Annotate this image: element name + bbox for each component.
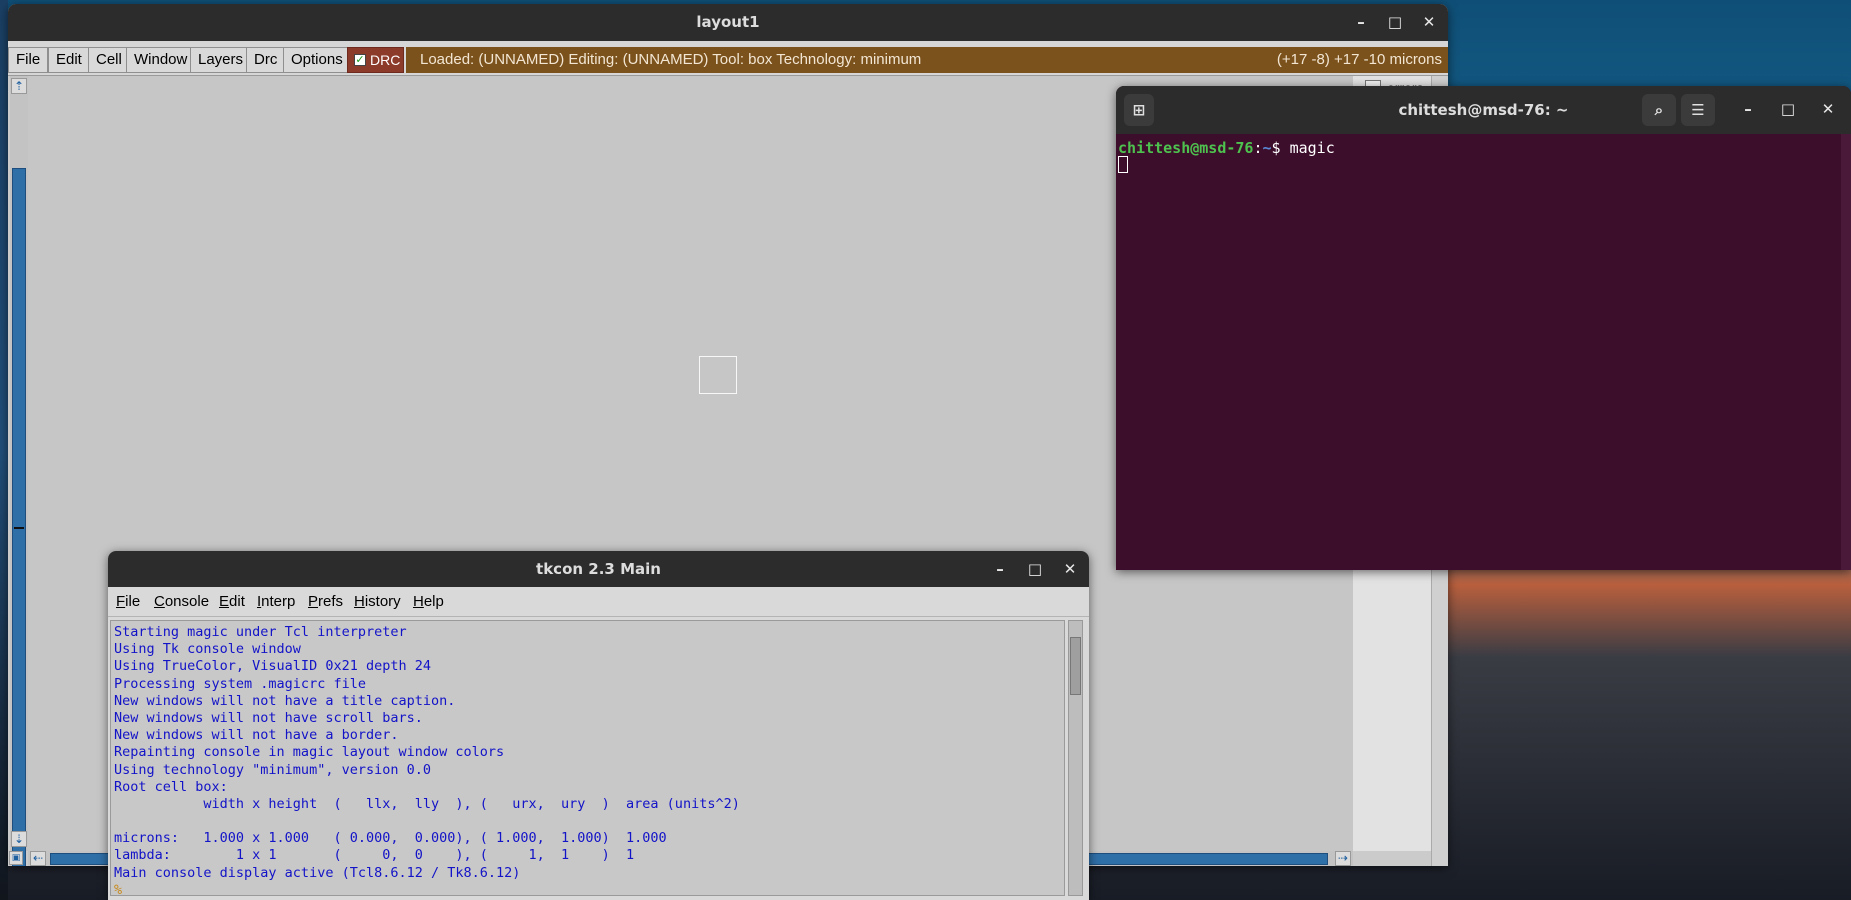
close-icon[interactable]: ✕ <box>1417 13 1441 31</box>
console-line: Repainting console in magic layout windo… <box>114 744 505 761</box>
console-line: Main console display active (Tcl8.6.12 /… <box>114 864 521 881</box>
minimize-icon[interactable]: – <box>1349 13 1373 31</box>
maximize-icon[interactable]: □ <box>1023 560 1047 578</box>
console-line: New windows will not have a border. <box>114 727 399 744</box>
close-icon[interactable]: ✕ <box>1058 560 1082 578</box>
prompt-user-host: chittesh@msd-76 <box>1118 139 1254 157</box>
vertical-scrollbar[interactable]: ⇡ ⇣ <box>10 76 28 866</box>
tkcon-menu-edit[interactable]: Edit <box>219 593 245 610</box>
maximize-icon[interactable]: □ <box>1383 13 1407 31</box>
box-tool-cursor[interactable] <box>699 356 737 394</box>
tkcon-menu-prefs[interactable]: Prefs <box>308 593 343 610</box>
console-line: microns: 1.000 x 1.000 ( 0.000, 0.000), … <box>114 830 667 847</box>
magic-menubar: File Edit Cell Window Layers Drc Options… <box>8 41 1448 76</box>
status-message: Loaded: (UNNAMED) Editing: (UNNAMED) Too… <box>420 51 922 68</box>
tkcon-menu-console[interactable]: Console <box>154 593 209 610</box>
tkcon-menubar: File Console Edit Interp Prefs History H… <box>108 587 1089 617</box>
tkcon-menu-history[interactable]: History <box>354 593 401 610</box>
terminal-scrollbar[interactable] <box>1841 134 1851 570</box>
status-bar: Loaded: (UNNAMED) Editing: (UNNAMED) Too… <box>406 47 1448 73</box>
console-line: width x height ( llx, lly ), ( urx, ury … <box>114 795 740 812</box>
terminal-cursor <box>1118 156 1128 173</box>
tkcon-scrollbar[interactable] <box>1068 620 1083 896</box>
vertical-scroll-thumb[interactable] <box>12 168 26 866</box>
scroll-down-arrow-icon[interactable]: ⇣ <box>11 831 27 847</box>
scroll-up-arrow-icon[interactable]: ⇡ <box>11 78 27 94</box>
tkcon-window: tkcon 2.3 Main – □ ✕ File Console Edit I… <box>108 551 1089 900</box>
console-line: Using Tk console window <box>114 641 301 658</box>
console-line: New windows will not have scroll bars. <box>114 709 423 726</box>
magic-titlebar[interactable]: layout1 – □ ✕ <box>8 4 1448 41</box>
minimize-icon[interactable]: – <box>988 560 1012 578</box>
console-line: Root cell box: <box>114 778 228 795</box>
tkcon-menu-help[interactable]: Help <box>413 593 444 610</box>
cursor-coordinates: (+17 -8) +17 -10 microns <box>1276 51 1442 68</box>
console-line: Processing system .magicrc file <box>114 675 366 692</box>
maximize-icon[interactable]: □ <box>1776 100 1800 118</box>
drc-toggle-button[interactable]: ✓ DRC <box>347 47 404 73</box>
menu-drc[interactable]: Drc <box>246 47 286 73</box>
tkcon-menu-interp[interactable]: Interp <box>257 593 295 610</box>
terminal-command: magic <box>1289 139 1335 157</box>
terminal-prompt-line: chittesh@msd-76:~$ magic <box>1118 139 1335 157</box>
zoom-box-icon[interactable]: ▣ <box>9 851 23 865</box>
terminal-output[interactable]: chittesh@msd-76:~$ magic <box>1116 134 1851 570</box>
terminal-titlebar[interactable]: ⊞ chittesh@msd-76: ~ ⌕ ☰ – □ ✕ <box>1116 86 1851 134</box>
menu-edit[interactable]: Edit <box>48 47 90 73</box>
terminal-window: ⊞ chittesh@msd-76: ~ ⌕ ☰ – □ ✕ chittesh@… <box>1116 86 1851 570</box>
menu-options[interactable]: Options <box>283 47 351 73</box>
scroll-left-arrow-icon[interactable]: ⇠ <box>30 851 46 866</box>
scroll-right-arrow-icon[interactable]: ⇢ <box>1335 851 1351 866</box>
menu-cell[interactable]: Cell <box>88 47 130 73</box>
minimize-icon[interactable]: – <box>1736 100 1760 118</box>
search-icon[interactable]: ⌕ <box>1642 94 1676 126</box>
tkcon-titlebar[interactable]: tkcon 2.3 Main – □ ✕ <box>108 551 1089 587</box>
hamburger-menu-icon[interactable]: ☰ <box>1681 94 1715 126</box>
check-icon: ✓ <box>354 54 366 66</box>
close-icon[interactable]: ✕ <box>1816 100 1840 118</box>
menu-layers[interactable]: Layers <box>190 47 252 73</box>
menu-window[interactable]: Window <box>126 47 196 73</box>
console-line: Using technology "minimum", version 0.0 <box>114 761 431 778</box>
console-line: Using TrueColor, VisualID 0x21 depth 24 <box>114 658 431 675</box>
tkcon-scroll-thumb[interactable] <box>1070 637 1081 695</box>
menu-file[interactable]: File <box>8 47 49 73</box>
console-prompt[interactable]: % <box>114 882 1064 895</box>
tkcon-console-output[interactable]: Starting magic under Tcl interpreter Usi… <box>110 620 1065 896</box>
console-line: New windows will not have a title captio… <box>114 692 456 709</box>
tkcon-window-title: tkcon 2.3 Main <box>536 560 661 578</box>
tkcon-menu-file[interactable]: File <box>116 593 140 610</box>
prompt-path: ~ <box>1262 139 1272 157</box>
console-line: Starting magic under Tcl interpreter <box>114 624 407 640</box>
prompt-symbol: $ <box>1271 139 1290 157</box>
desktop-left-strip <box>0 0 8 900</box>
prompt-separator: : <box>1253 139 1263 157</box>
drc-label: DRC <box>370 52 401 68</box>
console-line: lambda: 1 x 1 ( 0, 0 ), ( 1, 1 ) 1 <box>114 847 635 864</box>
scroll-center-notch <box>14 527 24 529</box>
magic-window-title: layout1 <box>696 13 760 31</box>
